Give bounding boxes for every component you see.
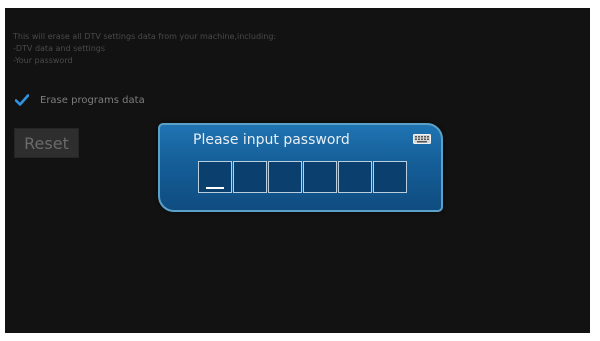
pin-digit-box[interactable]: [373, 161, 407, 193]
pin-digit-box[interactable]: [338, 161, 372, 193]
description-line: -Your password: [13, 56, 73, 65]
pin-input[interactable]: [198, 161, 408, 193]
description-line: This will erase all DTV settings data fr…: [13, 32, 277, 41]
erase-programs-label: Erase programs data: [40, 94, 145, 106]
description-line: -DTV data and settings: [13, 44, 106, 53]
input-cursor: [206, 187, 224, 189]
pin-digit-box[interactable]: [198, 161, 232, 193]
erase-description: This will erase all DTV settings data fr…: [13, 31, 276, 67]
reset-button[interactable]: Reset: [14, 128, 79, 158]
password-dialog: Please input password: [158, 123, 443, 212]
keyboard-icon[interactable]: [413, 134, 431, 144]
pin-digit-box[interactable]: [303, 161, 337, 193]
pin-digit-box[interactable]: [268, 161, 302, 193]
dialog-title: Please input password: [193, 132, 350, 148]
checkmark-icon: [15, 94, 29, 106]
pin-digit-box[interactable]: [233, 161, 267, 193]
erase-programs-checkbox[interactable]: Erase programs data: [15, 92, 145, 108]
